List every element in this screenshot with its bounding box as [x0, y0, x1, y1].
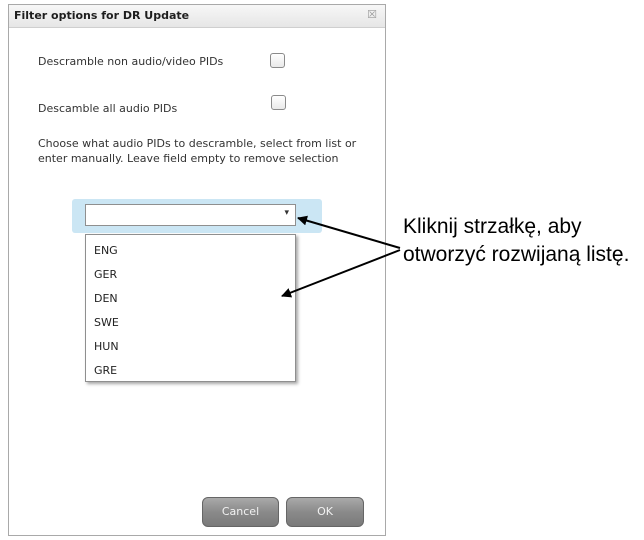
annotation-text: Kliknij strzałkę, aby otworzyć rozwijaną… [403, 215, 630, 266]
arrow-to-list [281, 249, 401, 298]
arrow-to-combo [297, 215, 401, 249]
annotation-arrows [281, 215, 401, 298]
